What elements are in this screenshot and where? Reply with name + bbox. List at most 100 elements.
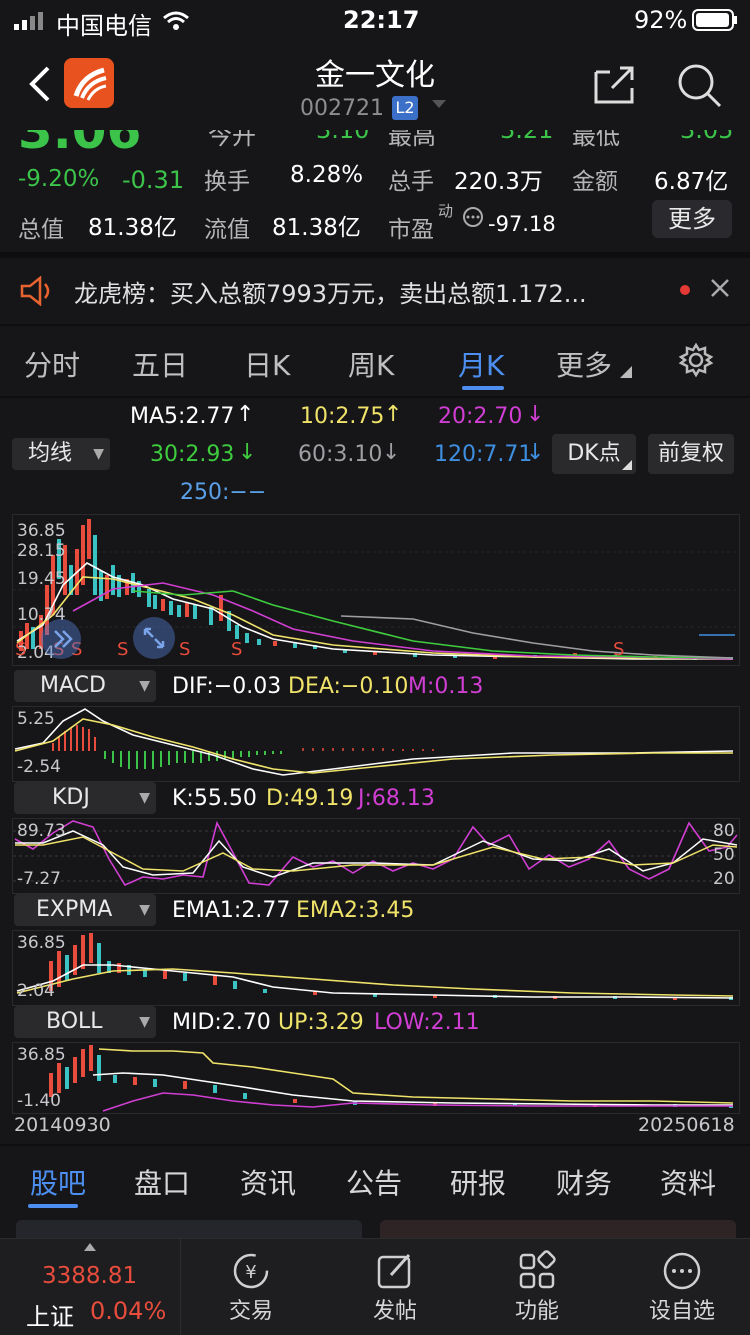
adjust-price-button[interactable]: 前复权: [648, 434, 734, 474]
ma120-arrow-icon: ↓: [526, 440, 545, 465]
index-value: 3388.81: [42, 1263, 138, 1289]
ma-selector[interactable]: 均线 ▼: [12, 438, 110, 470]
index-percent: 0.04%: [90, 1297, 167, 1325]
open-value: 3.10: [316, 130, 370, 144]
stock-title: 金一文化: [315, 58, 435, 93]
footer-toolbar: 3388.81 上证 0.04% ¥ 交易 发帖 功能 设自选: [0, 1238, 750, 1335]
tab-forum[interactable]: 股吧: [30, 1162, 86, 1202]
expma-selector[interactable]: EXPMA ▼: [14, 894, 156, 926]
low-label: 最低: [572, 130, 620, 150]
notice-text: 龙虎榜：买入总额7993万元，卖出总额1.172...: [74, 280, 587, 308]
expma-svg: [16, 933, 734, 1000]
boll-caret-icon: ▼: [139, 1014, 150, 1030]
macd-dif-line: [14, 708, 734, 776]
tab-announcements[interactable]: 公告: [346, 1162, 402, 1202]
y-axis-max: 36.85: [17, 521, 66, 541]
kdj-selector[interactable]: KDJ ▼: [14, 782, 156, 814]
content-tabs: 股吧 盘口 资讯 公告 研报 财务 资料: [0, 1146, 750, 1216]
tab-orderbook[interactable]: 盘口: [134, 1162, 190, 1202]
post-button[interactable]: 发帖: [350, 1249, 440, 1325]
boll-low: LOW:2.11: [374, 1010, 480, 1035]
tab-monthly-k[interactable]: 月K: [458, 344, 504, 384]
level2-badge[interactable]: L2: [392, 96, 418, 120]
kdj-caret-icon: ▼: [139, 790, 150, 806]
expma-y-min: 2.04: [17, 981, 55, 1001]
kdj-y-min: -7.27: [17, 869, 61, 889]
settings-gear-icon[interactable]: [678, 342, 714, 378]
grid-icon: [515, 1249, 559, 1293]
functions-button[interactable]: 功能: [492, 1249, 582, 1325]
expma-ema2: EMA2:3.45: [296, 898, 415, 923]
svg-text:¥: ¥: [245, 1262, 256, 1283]
dk-point-button[interactable]: DK点: [552, 434, 636, 474]
tab-more[interactable]: 更多: [556, 344, 612, 384]
search-icon[interactable]: [676, 62, 722, 108]
macd-dea-line: [14, 718, 733, 774]
dk-point-label: DK点: [567, 441, 621, 466]
sell-signal-icon: S: [613, 639, 625, 660]
tab-daily-k[interactable]: 日K: [244, 344, 290, 384]
close-icon[interactable]: [710, 278, 730, 298]
ma250-value: 250:−−: [180, 480, 267, 505]
trade-label: 交易: [228, 1299, 273, 1324]
trade-button[interactable]: ¥ 交易: [206, 1249, 296, 1325]
edit-icon: [373, 1249, 417, 1293]
ma30-value: 30:2.93: [150, 442, 235, 467]
ma10-arrow-icon: ↑: [384, 402, 403, 427]
kdj-d: D:49.19: [266, 786, 354, 811]
macd-dea: DEA:−0.10: [288, 674, 409, 699]
tab-five-day[interactable]: 五日: [132, 344, 188, 384]
more-dots-icon: [660, 1249, 704, 1293]
pe-info-icon[interactable]: [462, 206, 484, 228]
macd-header: MACD ▼ DIF:−0.03 DEA:−0.10 M:0.13: [0, 668, 750, 704]
back-icon[interactable]: [26, 64, 52, 104]
sell-signal-icon: S: [117, 639, 129, 660]
kdj-chart[interactable]: 89.73 -7.27 80 50 20: [12, 818, 740, 894]
macd-selector-label: MACD: [40, 673, 106, 698]
open-label: 今开: [208, 130, 256, 150]
signal-icon: [14, 12, 50, 30]
ma60-arrow-icon: ↓: [382, 440, 401, 465]
scroll-left-icon[interactable]: [41, 619, 81, 659]
tab-intraday[interactable]: 分时: [24, 344, 80, 384]
sell-signal-icon: S: [231, 639, 243, 660]
tab-research[interactable]: 研报: [450, 1162, 506, 1202]
wifi-icon: [162, 10, 190, 32]
low-value: 3.05: [680, 130, 734, 144]
high-label: 最高: [388, 130, 436, 150]
turnover-label: 换手: [204, 169, 250, 195]
market-cap-value: 81.38亿: [88, 215, 177, 241]
tab-weekly-k[interactable]: 周K: [348, 344, 394, 384]
macd-selector[interactable]: MACD ▼: [14, 670, 156, 702]
macd-chart[interactable]: 5.25 -2.54: [12, 706, 740, 782]
content-card-left: [16, 1220, 362, 1238]
sell-signal-icon: S: [15, 639, 27, 660]
boll-up: UP:3.29: [278, 1010, 364, 1035]
kdj-j: J:68.13: [358, 786, 435, 811]
tab-profile[interactable]: 资料: [660, 1162, 716, 1202]
more-quote-button[interactable]: 更多: [652, 200, 732, 238]
kline-chart[interactable]: 36.85 28.15 19.45 10.74 2.04 S S S S S S…: [12, 514, 740, 666]
kdj-ref-50: 50: [713, 845, 735, 865]
ma10-value: 10:2.75: [300, 404, 385, 429]
notice-bar[interactable]: 龙虎榜：买入总额7993万元，卖出总额1.172...: [0, 258, 750, 324]
kdj-y-max: 89.73: [17, 821, 66, 841]
boll-selector[interactable]: BOLL ▼: [14, 1006, 156, 1038]
battery-percent: 92%: [634, 6, 688, 34]
share-icon[interactable]: [592, 62, 636, 106]
index-widget[interactable]: 3388.81 上证 0.04%: [0, 1239, 181, 1335]
code-dropdown-icon[interactable]: [432, 100, 446, 110]
add-watchlist-label: 设自选: [648, 1299, 715, 1324]
add-watchlist-button[interactable]: 设自选: [632, 1249, 732, 1325]
tab-news[interactable]: 资讯: [240, 1162, 296, 1202]
tab-finance[interactable]: 财务: [556, 1162, 612, 1202]
nav-bar: 金一文化 002721 L2: [0, 40, 750, 130]
unread-dot: [680, 285, 690, 295]
expand-icon[interactable]: [133, 617, 175, 659]
expma-header: EXPMA ▼ EMA1:2.77 EMA2:3.45: [0, 892, 750, 928]
status-bar: 中国电信 22:17 92%: [0, 0, 750, 40]
kdj-k: K:55.50: [172, 786, 257, 811]
boll-chart[interactable]: 36.85 -1.40: [12, 1042, 740, 1114]
expma-selector-label: EXPMA: [36, 897, 113, 922]
expma-chart[interactable]: 36.85 2.04: [12, 930, 740, 1006]
